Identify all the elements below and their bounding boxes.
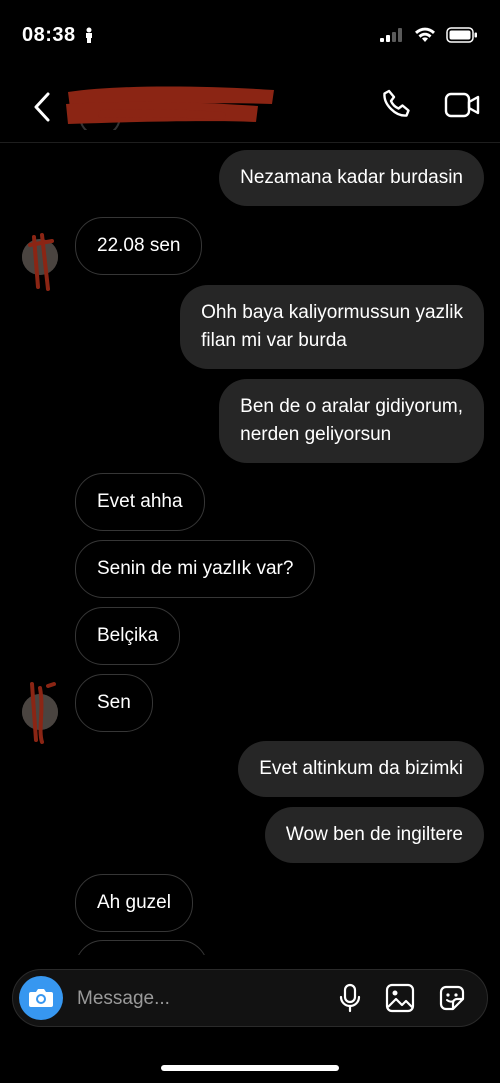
message-incoming[interactable]: Belçika bbox=[75, 607, 181, 665]
signal-icon bbox=[380, 28, 402, 42]
message-outgoing[interactable]: Ohh baya kaliyormussun yazlik filan mi v… bbox=[180, 285, 484, 369]
microphone-icon[interactable] bbox=[335, 983, 365, 1013]
message-line: Ben de o aralar gidiyorum, bbox=[240, 396, 463, 417]
message-incoming[interactable]: Senin de mi yazlık var? bbox=[75, 540, 316, 598]
status-time: 08:38 bbox=[22, 24, 76, 46]
video-icon[interactable] bbox=[444, 90, 480, 120]
message-outgoing[interactable]: Evet altinkum da bizimki bbox=[238, 741, 484, 797]
composer-backdrop bbox=[0, 955, 500, 969]
avatar[interactable] bbox=[22, 233, 58, 291]
message-line: Ohh baya kaliyormussun yazlik bbox=[201, 302, 463, 323]
avatar-scribble bbox=[22, 233, 58, 291]
avatar-scribble bbox=[22, 682, 58, 744]
wifi-icon bbox=[415, 27, 435, 42]
message-outgoing[interactable]: Nezamana kadar burdasin bbox=[219, 150, 484, 206]
person-icon bbox=[85, 27, 92, 43]
avatar[interactable] bbox=[22, 682, 58, 744]
message-incoming[interactable]: Ah guzel bbox=[75, 874, 193, 932]
battery-icon bbox=[446, 27, 477, 43]
back-icon[interactable] bbox=[28, 90, 58, 124]
message-input[interactable] bbox=[75, 984, 319, 1014]
message-line: filan mi var burda bbox=[201, 330, 347, 351]
gallery-icon[interactable] bbox=[385, 983, 415, 1013]
message-outgoing[interactable]: Ben de o aralar gidiyorum, nerden geliyo… bbox=[219, 379, 484, 463]
camera-button[interactable] bbox=[19, 976, 63, 1020]
camera-icon bbox=[29, 989, 53, 1007]
message-line: nerden geliyorsun bbox=[240, 424, 392, 445]
message-incoming[interactable]: 22.08 sen bbox=[75, 217, 203, 275]
home-indicator[interactable] bbox=[161, 1065, 339, 1071]
sticker-icon[interactable] bbox=[437, 983, 467, 1013]
phone-icon[interactable] bbox=[380, 88, 412, 120]
status-icons bbox=[380, 27, 478, 43]
message-outgoing[interactable]: Wow ben de ingiltere bbox=[264, 807, 484, 863]
message-incoming[interactable]: Sen bbox=[75, 674, 153, 732]
redacted-contact-name bbox=[66, 86, 274, 130]
message-composer bbox=[12, 969, 488, 1027]
status-bar: 08:38 bbox=[0, 0, 500, 70]
message-incoming[interactable]: Evet ahha bbox=[75, 473, 205, 531]
chat-header bbox=[0, 70, 500, 143]
